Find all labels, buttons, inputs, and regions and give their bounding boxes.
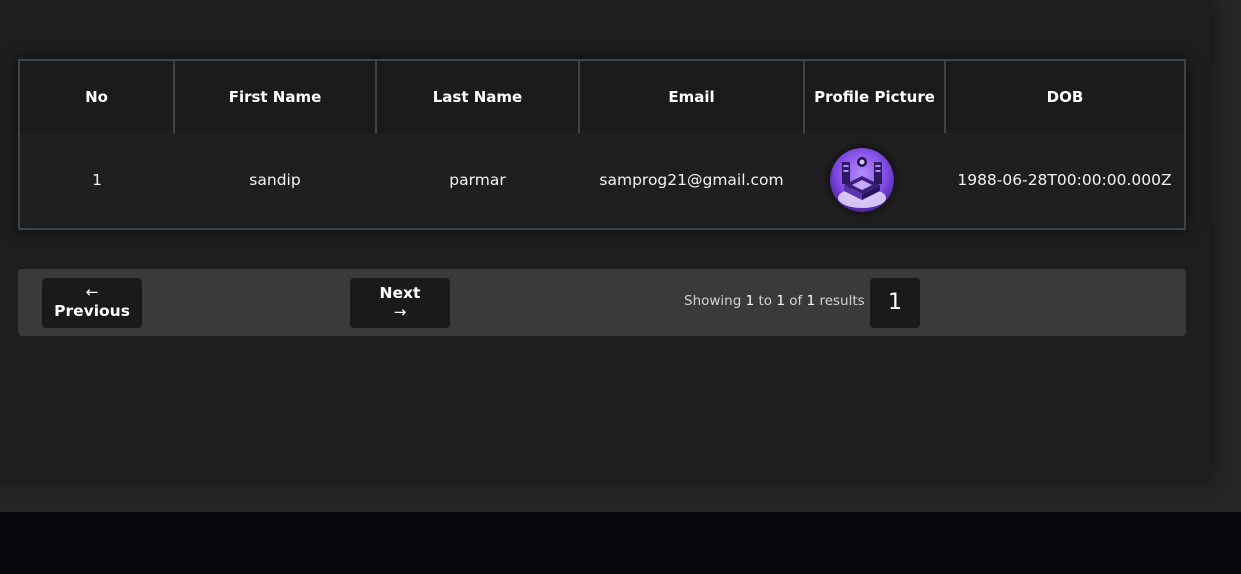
- results-to: 1: [776, 293, 785, 309]
- results-showing-label: Showing: [684, 293, 742, 309]
- content-card: No First Name Last Name Email Profile Pi…: [0, 0, 1210, 480]
- arrow-right-icon: →: [393, 303, 407, 321]
- page-button-1[interactable]: 1: [870, 278, 920, 328]
- cell-first-name: sandip: [174, 133, 376, 226]
- users-table: No First Name Last Name Email Profile Pi…: [20, 61, 1184, 226]
- column-header-last-name: Last Name: [375, 61, 579, 133]
- column-header-profile-picture: Profile Picture: [803, 61, 945, 133]
- table-header-row: No First Name Last Name Email Profile Pi…: [20, 61, 1184, 133]
- column-header-dob: DOB: [944, 61, 1184, 133]
- results-word-label: results: [819, 293, 865, 309]
- results-summary: Showing 1 to 1 of 1 results: [684, 293, 865, 309]
- previous-button[interactable]: ← Previous: [42, 278, 142, 328]
- column-header-first-name: First Name: [173, 61, 376, 133]
- cell-dob: 1988-06-28T00:00:00.000Z: [945, 133, 1184, 226]
- results-from: 1: [745, 293, 755, 309]
- table-row: 1 sandip parmar samprog21@gmail.com 1988…: [20, 133, 1184, 226]
- previous-button-label: Previous: [54, 302, 130, 320]
- results-of-label: of: [789, 293, 803, 309]
- arrow-left-icon: ←: [85, 283, 99, 301]
- column-header-email: Email: [578, 61, 804, 133]
- pagination-bar: ← Previous Next → Showing 1 to 1 of 1 re…: [18, 269, 1186, 336]
- cell-no: 1: [20, 133, 174, 226]
- profile-picture-avatar: [829, 147, 894, 212]
- results-total: 1: [806, 293, 816, 309]
- next-button-label: Next: [379, 284, 421, 302]
- cell-email: samprog21@gmail.com: [579, 133, 804, 226]
- results-to-label: to: [758, 293, 773, 309]
- users-table-container: No First Name Last Name Email Profile Pi…: [18, 59, 1186, 230]
- cell-profile-picture: [804, 133, 945, 226]
- cell-last-name: parmar: [376, 133, 579, 226]
- column-header-no: No: [20, 61, 174, 133]
- next-button[interactable]: Next →: [350, 278, 450, 328]
